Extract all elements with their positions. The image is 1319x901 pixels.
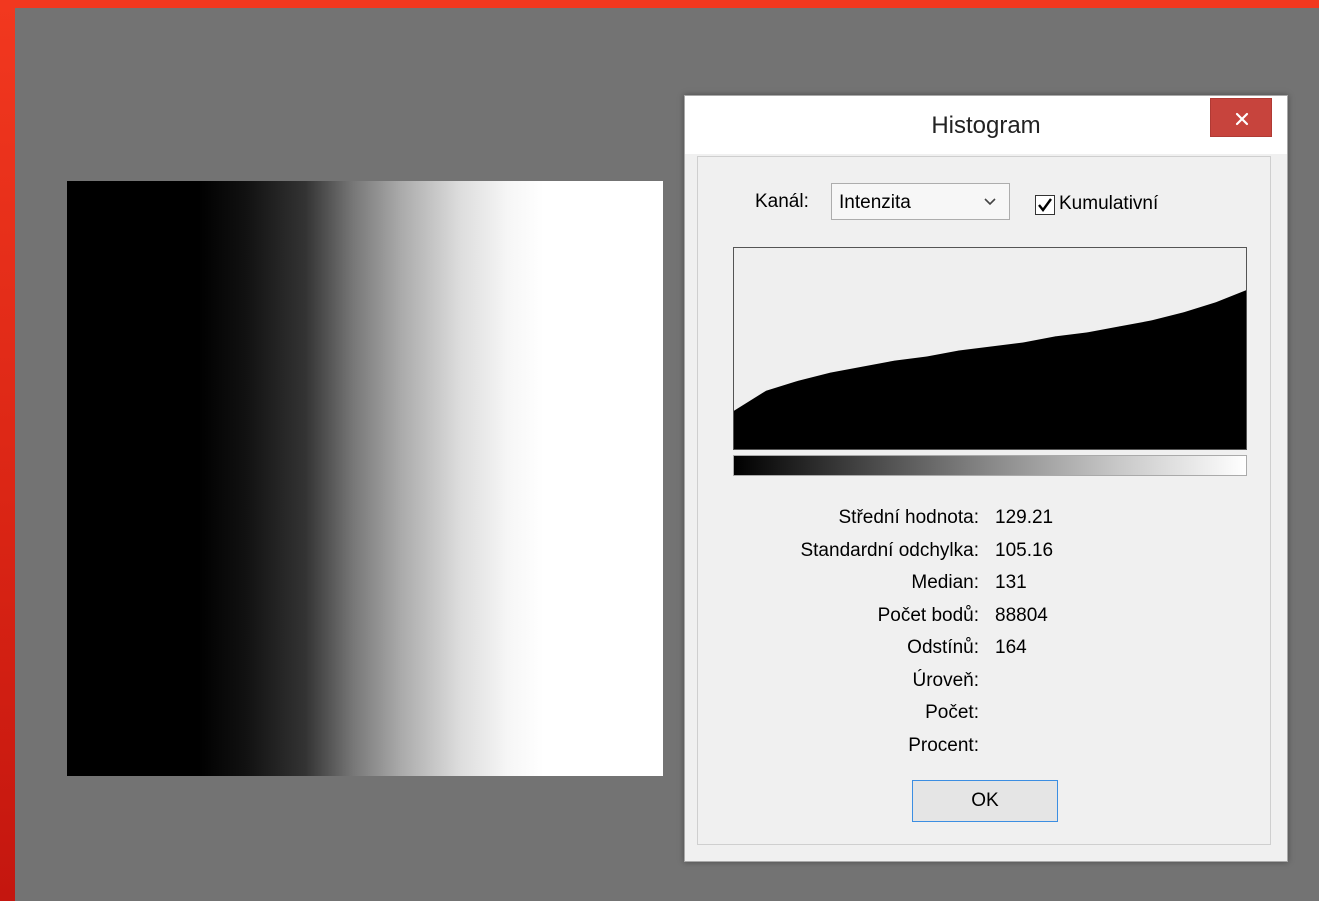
stat-value: 131 bbox=[995, 572, 1027, 593]
stat-value: 105.16 bbox=[995, 540, 1054, 561]
cumulative-checkbox[interactable] bbox=[1035, 195, 1055, 215]
cumulative-label[interactable]: Kumulativní bbox=[1059, 193, 1158, 215]
dialog-title: Histogram bbox=[931, 112, 1041, 139]
histogram-dialog: Histogram Kanál: Intenzita Kumulativní S… bbox=[684, 95, 1288, 862]
stat-label: Median: bbox=[911, 572, 979, 593]
channel-select-value: Intenzita bbox=[839, 192, 911, 213]
gradient-image-preview bbox=[67, 181, 663, 776]
stat-label: Úroveň: bbox=[912, 670, 979, 691]
close-icon bbox=[1235, 112, 1249, 126]
stat-label: Počet bodů: bbox=[877, 605, 979, 626]
stat-label: Počet: bbox=[925, 702, 979, 723]
stat-value: 88804 bbox=[995, 605, 1048, 626]
stat-label: Odstínů: bbox=[907, 637, 979, 658]
checkmark-icon bbox=[1038, 198, 1052, 212]
ok-button[interactable]: OK bbox=[912, 780, 1058, 822]
chevron-down-icon bbox=[984, 198, 996, 206]
stat-value: 129.21 bbox=[995, 507, 1054, 528]
close-button[interactable] bbox=[1210, 98, 1272, 137]
stat-label: Procent: bbox=[908, 735, 979, 756]
dialog-titlebar: Histogram bbox=[685, 96, 1287, 154]
channel-select[interactable]: Intenzita bbox=[831, 183, 1010, 220]
histogram-chart bbox=[733, 247, 1247, 450]
stat-value: 164 bbox=[995, 637, 1027, 658]
histogram-plot bbox=[734, 248, 1246, 449]
stat-label: Standardní odchylka: bbox=[800, 540, 979, 561]
channel-label: Kanál: bbox=[755, 191, 809, 212]
intensity-gradient-bar bbox=[733, 455, 1247, 476]
stat-label: Střední hodnota: bbox=[838, 507, 980, 528]
